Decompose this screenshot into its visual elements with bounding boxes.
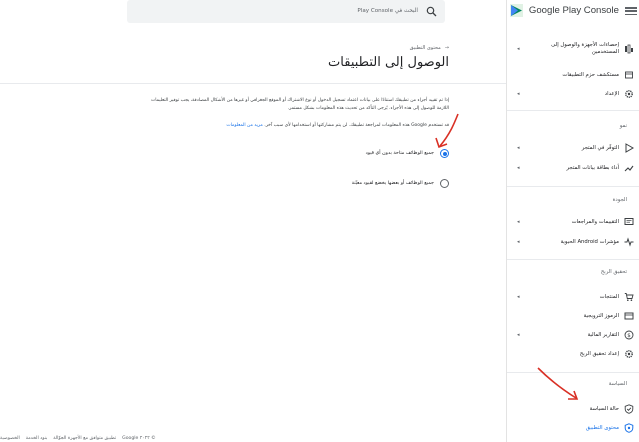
note: قد تستخدم Google هذه المعلومات لمراجعة ت…	[139, 123, 449, 128]
package-icon	[623, 70, 634, 81]
chevron-icon: ◂	[517, 294, 520, 300]
content-divider	[0, 83, 506, 84]
sidebar-divider	[507, 259, 639, 260]
section-title-quality: الجودة	[612, 197, 627, 203]
chevron-icon: ◂	[517, 46, 520, 52]
device-stats-icon	[623, 44, 634, 55]
section-title-growth: نمو	[619, 123, 627, 129]
option-restricted[interactable]: جميع الوظائف أو بعضها يخضع لقيود معيّنة	[352, 179, 449, 188]
chat-icon	[623, 217, 634, 228]
option-label: جميع الوظائف متاحة بدون أي قيود	[365, 151, 434, 156]
play-icon	[623, 143, 634, 154]
annotation-arrow-icon	[435, 113, 459, 149]
chevron-icon: ◂	[517, 239, 520, 245]
footer-terms-link[interactable]: بنود الخدمة	[26, 436, 48, 441]
sidebar-item-ratings[interactable]: التقييمات والمراجعات ◂	[507, 217, 639, 227]
back-arrow-icon: →	[444, 45, 449, 51]
dollar-icon: $	[623, 330, 634, 341]
sidebar-item-monetization-setup[interactable]: إعداد تحقيق الربح	[507, 349, 639, 359]
option-label: جميع الوظائف أو بعضها يخضع لقيود معيّنة	[351, 181, 434, 186]
cart-icon	[623, 292, 634, 303]
sidebar-item-store-presence[interactable]: التوفّر في المتجر ◂	[507, 143, 639, 153]
section-title-monetize: تحقيق الربح	[600, 269, 627, 275]
search-icon	[426, 6, 437, 17]
chevron-icon: ◂	[517, 91, 520, 97]
settings-icon	[623, 349, 634, 360]
chevron-icon: ◂	[517, 332, 520, 338]
sidebar-item-app-content[interactable]: محتوى التطبيق	[507, 423, 639, 433]
footer-copyright: © ٢٠٢٢ Google	[122, 436, 156, 441]
footer: © ٢٠٢٢ Google تطبيق متوافق مع الأجهزة ال…	[0, 436, 504, 441]
promo-icon	[623, 311, 634, 322]
vitals-icon	[623, 237, 634, 248]
sidebar-item-device-stats[interactable]: إحصاءات الأجهزة والوصول إلى المستخدمين ◂	[507, 40, 639, 58]
gear-icon	[623, 89, 634, 100]
app-title: Google Play Console	[528, 5, 619, 16]
footer-mobile-link[interactable]: تطبيق متوافق مع الأجهزة الجوّالة	[53, 436, 116, 441]
sidebar-item-policy-status[interactable]: حالة السياسة	[507, 404, 639, 414]
breadcrumb[interactable]: → محتوى التطبيق	[410, 45, 449, 51]
page-title: الوصول إلى التطبيقات	[328, 55, 449, 70]
footer-privacy-link[interactable]: الخصوصية	[0, 436, 20, 441]
sidebar-item-promo-codes[interactable]: الرموز الترويجية	[507, 311, 639, 321]
learn-more-link[interactable]: مزيد من المعلومات	[226, 123, 262, 128]
sidebar-item-bundle-explorer[interactable]: مستكشف حزم التطبيقات	[507, 70, 639, 80]
sidebar-divider	[507, 186, 639, 187]
play-console-logo-icon	[510, 4, 523, 17]
menu-icon[interactable]	[623, 4, 639, 18]
radio-selected[interactable]	[440, 149, 449, 158]
chevron-icon: ◂	[517, 219, 520, 225]
trending-icon	[623, 163, 634, 174]
note-text: قد تستخدم Google هذه المعلومات لمراجعة ت…	[264, 123, 449, 128]
sidebar-item-products[interactable]: المنتجات ◂	[507, 292, 639, 302]
radio-unselected[interactable]	[440, 179, 449, 188]
section-title-policy: السياسة	[608, 381, 627, 387]
svg-text:$: $	[627, 333, 631, 339]
chevron-icon: ◂	[517, 145, 520, 151]
search-bar[interactable]: البحث في Play Console	[127, 0, 445, 23]
option-all-available[interactable]: جميع الوظائف متاحة بدون أي قيود	[366, 149, 449, 158]
sidebar-divider	[507, 372, 639, 373]
sidebar-item-store-performance[interactable]: أداء بطاقة بيانات المتجر ◂	[507, 163, 639, 173]
sidebar-item-financial-reports[interactable]: $ التقارير المالية ◂	[507, 330, 639, 340]
sidebar: Google Play Console إحصاءات الأجهزة والو…	[506, 0, 639, 442]
search-placeholder: البحث في Play Console	[357, 8, 418, 14]
chevron-icon: ◂	[517, 165, 520, 171]
shield-check-icon	[623, 404, 634, 415]
breadcrumb-label: محتوى التطبيق	[409, 45, 441, 51]
description: إذا تم تقييد أجزاء من تطبيقك استنادًا عل…	[151, 98, 449, 111]
sidebar-item-setup[interactable]: الإعداد ◂	[507, 89, 639, 99]
sidebar-item-android-vitals[interactable]: مؤشرات Android الحيوية ◂	[507, 237, 639, 247]
shield-icon	[623, 423, 634, 434]
sidebar-divider	[507, 110, 639, 111]
